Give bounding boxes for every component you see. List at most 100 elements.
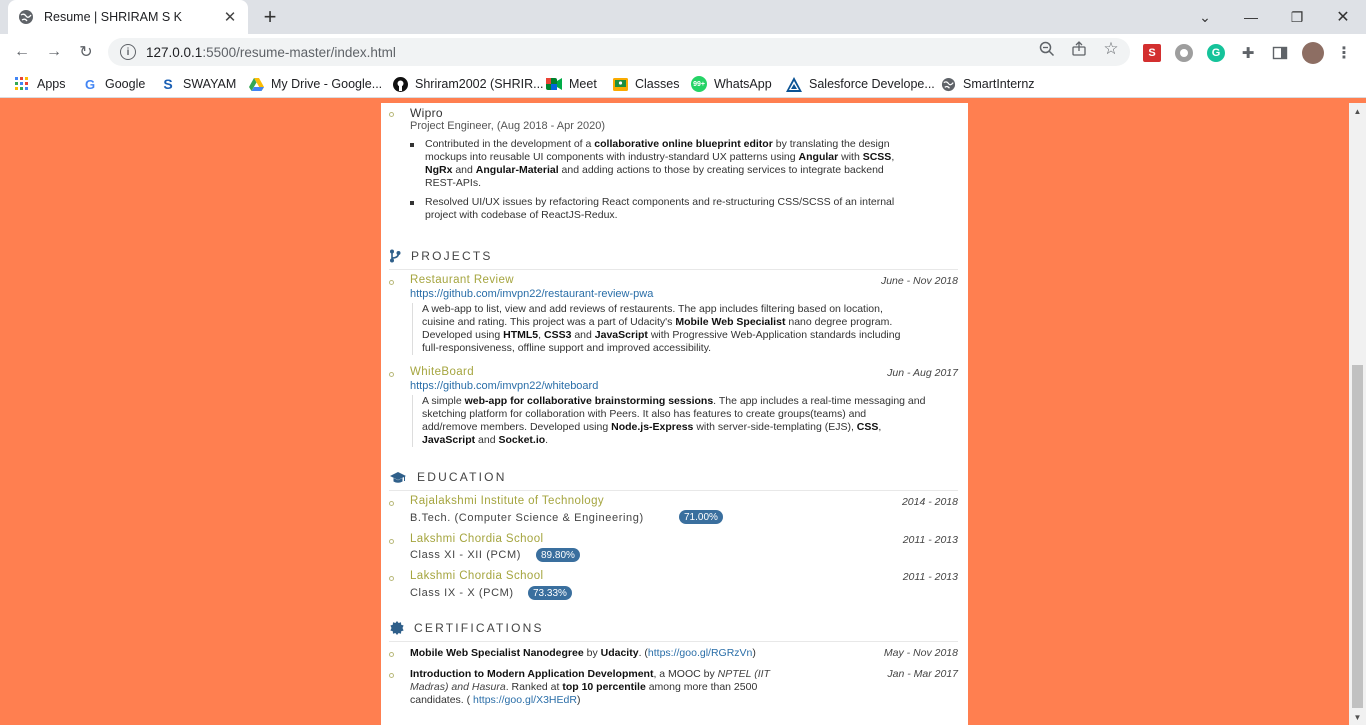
section-title-projects: PROJECTS xyxy=(411,249,493,263)
scroll-down-icon[interactable]: ▼ xyxy=(1353,713,1362,722)
browser-tab[interactable]: Resume | SHRIRAM S K ✕ xyxy=(8,0,248,34)
list-bullet xyxy=(410,143,414,147)
salesforce-icon xyxy=(786,76,802,92)
bookmark-label: Google xyxy=(105,77,146,91)
project-description: A simple web-app for collaborative brain… xyxy=(422,395,926,446)
bookmark-label: Shriram2002 (SHRIR... xyxy=(415,77,544,91)
swayam-icon: S xyxy=(163,76,173,92)
certification-date: May - Nov 2018 xyxy=(883,647,958,659)
restore-button[interactable]: ❐ xyxy=(1274,0,1320,34)
minimize-button[interactable]: — xyxy=(1228,0,1274,34)
certificate-seal-icon xyxy=(390,621,404,640)
bookmark-label: WhatsApp xyxy=(714,77,772,91)
url-text: 127.0.0.1:5500/resume-master/index.html xyxy=(146,45,396,60)
profile-avatar[interactable] xyxy=(1302,42,1324,64)
url-path: :5500/resume-master/index.html xyxy=(202,44,396,60)
list-bullet xyxy=(389,280,394,285)
bookmark-label: Classes xyxy=(635,77,680,91)
score-badge: 73.33% xyxy=(528,586,572,600)
list-bullet xyxy=(389,372,394,377)
experience-bullet-2: Resolved UI/UX issues by refactoring Rea… xyxy=(425,196,895,221)
section-divider xyxy=(389,641,958,642)
tab-strip: Resume | SHRIRAM S K ✕ + ⌄ — ❐ ✕ xyxy=(0,0,1366,34)
bookmark-meet[interactable]: Meet xyxy=(546,75,597,93)
bookmark-label: SWAYAM xyxy=(183,77,237,91)
graduation-cap-icon xyxy=(390,471,406,489)
job-role: Project Engineer, (Aug 2018 - Apr 2020) xyxy=(410,120,606,132)
degree-name: Class XI - XII (PCM) xyxy=(410,549,522,561)
bookmark-classes[interactable]: Classes xyxy=(612,75,679,93)
degree-name: Class IX - X (PCM) xyxy=(410,587,514,599)
reload-button[interactable]: ↻ xyxy=(74,40,98,64)
list-bullet xyxy=(389,539,394,544)
google-icon: G xyxy=(84,76,96,92)
menu-dots-icon[interactable]: ⋮ xyxy=(1335,44,1353,62)
apps-grid-icon xyxy=(14,76,30,92)
bookmark-apps[interactable]: Apps xyxy=(14,75,66,93)
experience-bullet-1: Contributed in the development of a coll… xyxy=(425,138,895,189)
close-window-button[interactable]: ✕ xyxy=(1320,0,1366,34)
bookmark-google[interactable]: G Google xyxy=(82,75,145,93)
project-link[interactable]: https://github.com/imvpn22/whiteboard xyxy=(410,380,598,392)
school-name: Lakshmi Chordia School xyxy=(410,570,544,582)
bookmarks-bar: Apps G Google S SWAYAM My Drive - Google… xyxy=(0,70,1366,98)
scroll-up-icon[interactable]: ▲ xyxy=(1353,107,1362,116)
education-date: 2011 - 2013 xyxy=(902,534,958,546)
project-date: June - Nov 2018 xyxy=(880,275,958,287)
zoom-icon[interactable] xyxy=(1038,40,1056,58)
section-divider xyxy=(389,490,958,491)
certification-date: Jan - Mar 2017 xyxy=(887,668,958,680)
site-info-icon[interactable]: i xyxy=(120,44,136,60)
bookmark-label: Salesforce Develope... xyxy=(809,77,935,91)
bookmark-label: SmartInternz xyxy=(963,77,1035,91)
school-name: Rajalakshmi Institute of Technology xyxy=(410,495,605,507)
certification-link[interactable]: https://goo.gl/RGRzVn xyxy=(648,647,752,659)
address-bar[interactable]: i 127.0.0.1:5500/resume-master/index.htm… xyxy=(108,38,1130,66)
bookmark-label: Meet xyxy=(569,77,597,91)
list-bullet xyxy=(389,673,394,678)
scrollbar-thumb[interactable] xyxy=(1352,365,1363,708)
tab-title: Resume | SHRIRAM S K xyxy=(44,10,183,24)
score-badge: 89.80% xyxy=(536,548,580,562)
company-name: Wipro xyxy=(410,106,443,120)
bookmark-whatsapp[interactable]: 99+ WhatsApp xyxy=(691,75,772,93)
github-icon xyxy=(392,76,408,92)
list-bullet xyxy=(389,501,394,506)
back-button[interactable]: ← xyxy=(10,40,34,64)
side-panel-icon[interactable] xyxy=(1271,44,1289,62)
bookmark-swayam[interactable]: S SWAYAM xyxy=(160,75,236,93)
forward-button[interactable]: → xyxy=(42,40,66,64)
grammarly-icon[interactable]: G xyxy=(1207,44,1225,62)
bookmark-github[interactable]: Shriram2002 (SHRIR... xyxy=(392,75,544,93)
project-name: Restaurant Review xyxy=(410,274,514,286)
certification-link[interactable]: https://goo.gl/X3HEdR xyxy=(473,694,577,706)
score-badge: 71.00% xyxy=(679,510,723,524)
page-scrollbar[interactable]: ▲ ▼ xyxy=(1349,103,1366,725)
section-title-education: EDUCATION xyxy=(417,470,507,484)
bookmark-smartinternz[interactable]: SmartInternz xyxy=(940,75,1035,93)
globe-icon xyxy=(940,76,956,92)
extension-s-icon[interactable]: S xyxy=(1143,44,1161,62)
bookmark-label: Apps xyxy=(37,77,66,91)
share-icon[interactable] xyxy=(1070,40,1088,58)
extensions-puzzle-icon[interactable]: ✚ xyxy=(1239,44,1257,62)
section-divider xyxy=(389,269,958,270)
new-tab-button[interactable]: + xyxy=(258,4,282,29)
drive-icon xyxy=(248,76,264,92)
list-bullet xyxy=(389,576,394,581)
bookmark-drive[interactable]: My Drive - Google... xyxy=(248,75,382,93)
certification-item: Introduction to Modern Application Devel… xyxy=(410,668,770,706)
extension-circle-icon[interactable] xyxy=(1175,44,1193,62)
tab-search-icon[interactable]: ⌄ xyxy=(1182,0,1228,34)
url-host: 127.0.0.1 xyxy=(146,44,203,60)
project-link[interactable]: https://github.com/imvpn22/restaurant-re… xyxy=(410,288,653,300)
globe-icon xyxy=(18,9,34,25)
certification-item: Mobile Web Specialist Nanodegree by Udac… xyxy=(410,647,756,659)
bookmark-salesforce[interactable]: Salesforce Develope... xyxy=(786,75,935,93)
bookmark-star-icon[interactable]: ☆ xyxy=(1102,39,1120,58)
whatsapp-icon: 99+ xyxy=(691,76,707,92)
close-tab-icon[interactable]: ✕ xyxy=(222,9,238,26)
description-rule xyxy=(412,395,413,447)
education-date: 2014 - 2018 xyxy=(901,496,958,508)
section-title-certifications: CERTIFICATIONS xyxy=(414,621,544,635)
